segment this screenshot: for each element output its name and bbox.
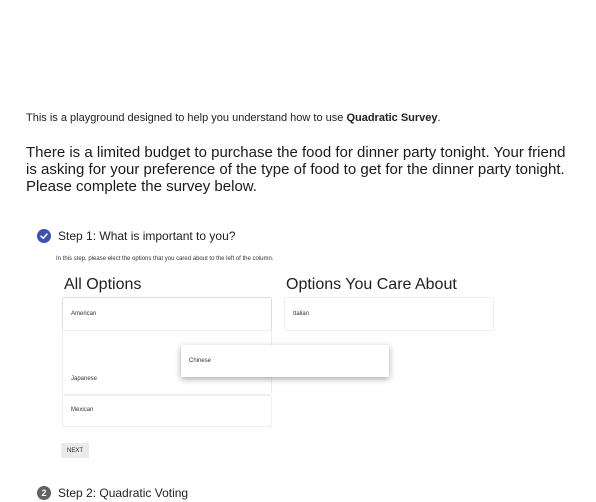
scenario-text: There is a limited budget to purchase th…	[26, 144, 566, 195]
step-1-title: Step 1: What is important to you?	[58, 229, 236, 243]
brand-name: Quadratic Survey	[346, 112, 438, 124]
option-american[interactable]: American	[63, 298, 271, 330]
dragging-option-chinese[interactable]: Chinese	[181, 345, 389, 377]
step-2-number-badge: 2	[37, 486, 51, 500]
step-2-title: Step 2: Quadratic Voting	[58, 486, 189, 500]
option-italian[interactable]: Italian	[285, 298, 493, 330]
step-1-header[interactable]: Step 1: What is important to you?	[37, 229, 235, 243]
intro-text: This is a playground designed to help yo…	[26, 112, 441, 124]
care-about-heading: Options You Care About	[286, 276, 457, 293]
check-circle-icon	[37, 229, 51, 243]
next-button[interactable]: NEXT	[61, 443, 89, 458]
option-mexican[interactable]: Mexican	[63, 396, 271, 426]
all-options-heading: All Options	[64, 276, 142, 293]
step-1-helper-text: In this step, please elect the options t…	[56, 256, 274, 262]
step-2-header[interactable]: 2 Step 2: Quadratic Voting	[37, 486, 188, 500]
